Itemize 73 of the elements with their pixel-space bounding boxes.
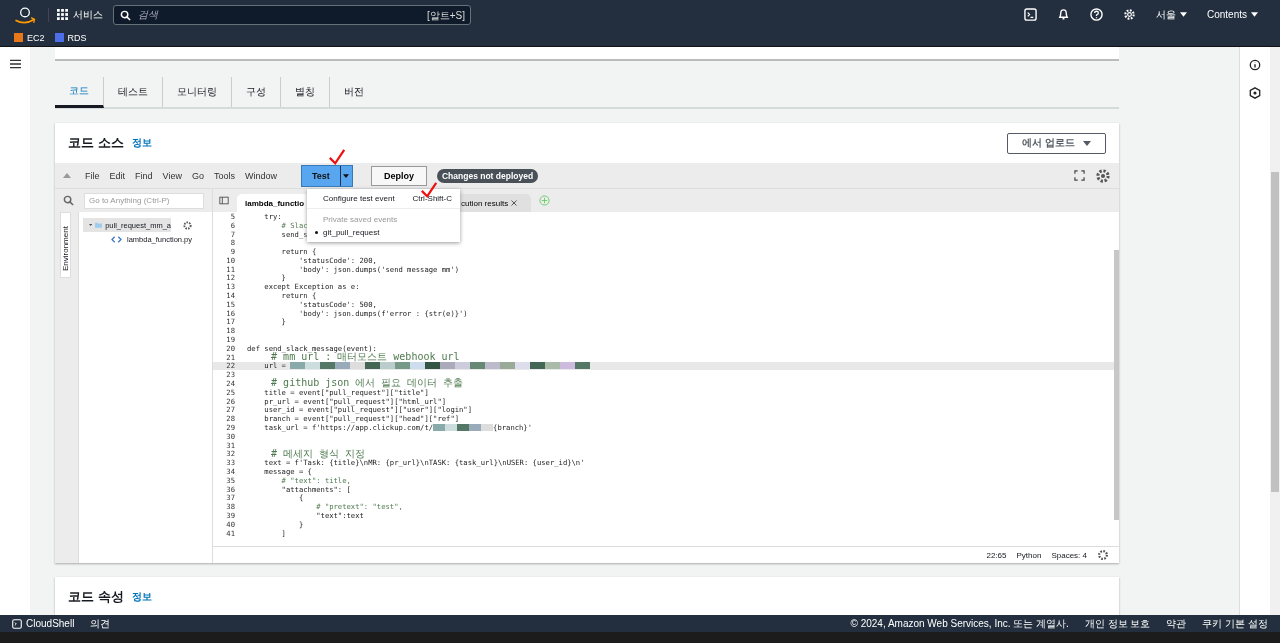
goto-field[interactable]: Go to Anything (Ctrl-P)	[84, 192, 204, 209]
tab[interactable]: 구성	[232, 77, 281, 107]
fullscreen-icon[interactable]	[1074, 170, 1085, 181]
search-icon	[63, 195, 74, 206]
terminal-icon[interactable]	[1023, 8, 1037, 21]
help-icon[interactable]	[1089, 8, 1103, 21]
tab[interactable]: 별칭	[281, 77, 330, 107]
cloudshell-button[interactable]: CloudShell	[12, 618, 75, 629]
copyright-text: © 2024, Amazon Web Services, Inc. 또는 계열사.	[850, 616, 1069, 631]
caret-icon	[1179, 12, 1187, 17]
upload-button[interactable]: 에서 업로드	[1007, 132, 1106, 154]
saved-event-item[interactable]: git_pull_request	[323, 228, 380, 237]
section-label: Private saved events	[322, 214, 399, 226]
settings-icon[interactable]	[1097, 549, 1109, 561]
settings-icon[interactable]	[182, 220, 193, 231]
language-label[interactable]: Python	[1016, 550, 1042, 560]
menu-item[interactable]: Go	[191, 170, 204, 181]
menu-item[interactable]: Configure test event Ctrl-Shift-C	[307, 194, 460, 209]
footer-link[interactable]: 개인 정보 보호	[1084, 616, 1151, 631]
feedback-link[interactable]: 의견	[90, 616, 111, 631]
tab[interactable]: 버전	[330, 77, 378, 107]
favorite-link[interactable]: RDS	[54, 32, 87, 43]
info-link[interactable]: 정보	[131, 590, 152, 604]
redacted-blur	[433, 424, 494, 431]
menu-item[interactable]: Find	[135, 170, 153, 181]
grid-icon	[57, 9, 68, 20]
panel-icon[interactable]	[219, 196, 229, 205]
code-line: # mm url : 매터모스트 webhook url	[271, 352, 460, 362]
close-icon[interactable]	[511, 200, 518, 206]
shortcut-hint: [알트+S]	[426, 8, 465, 23]
info-link[interactable]: 정보	[131, 136, 152, 150]
section-title: 코드 속성	[68, 588, 124, 606]
check-mark-icon	[328, 148, 346, 166]
region-menu[interactable]: 서울	[1155, 7, 1187, 22]
code-line: # github json 에서 필요 데이터 추출	[271, 379, 464, 388]
footer-link[interactable]: 약관	[1166, 616, 1187, 631]
code-file-icon	[111, 235, 122, 244]
tab[interactable]: 모니터링	[163, 77, 232, 107]
terminal-icon	[12, 618, 22, 629]
scrollbar-thumb[interactable]	[1114, 250, 1119, 520]
menu-item[interactable]: Tools	[213, 170, 235, 181]
caret-icon	[343, 173, 350, 178]
menu-item[interactable]: View	[162, 170, 182, 181]
menu-item[interactable]: File	[85, 170, 100, 181]
folder-icon	[95, 220, 103, 230]
services-button[interactable]: 서비스	[48, 7, 103, 22]
environment-tab[interactable]: Environment	[60, 212, 71, 278]
section-title: 코드 소스	[68, 134, 124, 152]
caret-icon	[1251, 12, 1258, 17]
info-icon[interactable]	[1249, 59, 1261, 71]
deploy-button[interactable]: Deploy	[370, 165, 427, 186]
menu-icon[interactable]	[9, 59, 21, 69]
hexagon-icon[interactable]	[1249, 87, 1261, 99]
status-badge: Changes not deployed	[436, 168, 539, 183]
aws-logo[interactable]	[12, 5, 38, 24]
test-button[interactable]: Test	[301, 165, 340, 186]
tab[interactable]: 테스트	[104, 77, 163, 107]
indent-label[interactable]: Spaces: 4	[1051, 550, 1087, 560]
scrollbar-thumb[interactable]	[1271, 172, 1279, 492]
code-line: # 메세지 형식 지정	[270, 449, 366, 459]
tab[interactable]: 코드	[55, 76, 104, 108]
bullet-icon	[315, 231, 318, 234]
bell-icon[interactable]	[1056, 8, 1070, 21]
caret-icon	[1083, 140, 1091, 146]
search-icon	[120, 9, 131, 21]
cursor-position: 22:65	[986, 550, 1007, 560]
menu-item[interactable]: Edit	[109, 170, 126, 181]
footer-link[interactable]: 쿠키 기본 설정	[1202, 616, 1268, 631]
settings-icon[interactable]	[1122, 8, 1136, 21]
account-menu[interactable]: Contents	[1206, 9, 1258, 20]
menu-item[interactable]: Window	[244, 170, 277, 181]
favorite-link[interactable]: EC2	[14, 32, 45, 43]
settings-icon[interactable]	[1095, 167, 1111, 184]
